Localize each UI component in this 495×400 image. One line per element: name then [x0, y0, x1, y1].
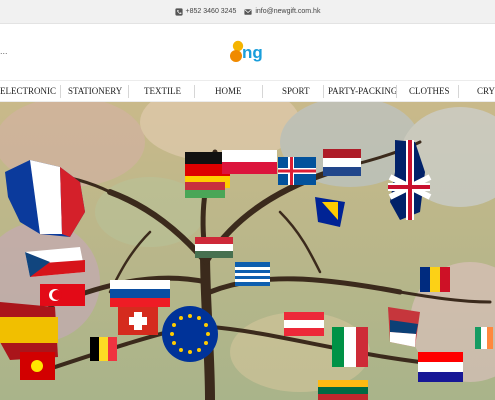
flag-austria: [284, 312, 324, 336]
nav-divider: [60, 85, 61, 98]
flag-belgium: [90, 337, 117, 361]
menu-toggle[interactable]: ...: [0, 46, 8, 56]
flag-slovakia: [110, 280, 170, 307]
nav-item-crystal[interactable]: CRYS: [477, 81, 495, 102]
contact-bar: +852 3460 3245 info@newgift.com.hk: [0, 0, 495, 24]
nav-divider: [458, 85, 459, 98]
flag-ireland: [475, 327, 493, 349]
flag-czech-republic: [25, 247, 85, 277]
nav-item-sport[interactable]: SPORT: [282, 81, 309, 102]
flag-iceland: [278, 157, 316, 185]
flag-north-macedonia: [20, 352, 55, 380]
flag-hungary: [195, 237, 233, 258]
phone-contact[interactable]: +852 3460 3245: [174, 7, 237, 16]
site-logo[interactable]: ng: [229, 34, 267, 66]
flag-romania: [420, 267, 450, 292]
nav-item-clothes[interactable]: CLOTHES: [409, 81, 450, 102]
tree-of-european-flags-illustration: [0, 102, 495, 400]
envelope-icon: [244, 8, 252, 15]
nav-divider: [323, 85, 324, 98]
nav-divider: [194, 85, 195, 98]
nav-item-stationery[interactable]: STATIONERY: [68, 81, 122, 102]
flag-lithuania: [318, 380, 368, 400]
flag-italy: [332, 327, 368, 367]
flag-spain: [0, 302, 58, 360]
flag-belarus: [185, 182, 225, 198]
flag-poland: [222, 150, 277, 174]
email-contact[interactable]: info@newgift.com.hk: [244, 8, 320, 16]
logo-dot-bottom: [230, 50, 242, 62]
flag-switzerland: [118, 307, 158, 335]
nav-divider: [262, 85, 263, 98]
nav-item-party-packing[interactable]: PARTY-PACKING: [328, 81, 397, 102]
email-address: info@newgift.com.hk: [255, 8, 321, 15]
flag-greece: [235, 262, 270, 286]
flag-turkey: [40, 284, 85, 306]
nav-item-home[interactable]: HOME: [215, 81, 242, 102]
flag-serbia: [388, 307, 420, 347]
site-header: ... ng: [0, 24, 495, 80]
phone-number: +852 3460 3245: [185, 8, 237, 15]
main-nav: ELECTRONIC STATIONERY TEXTILE HOME SPORT…: [0, 80, 495, 102]
phone-icon: [174, 7, 183, 16]
flag-european-union: [162, 306, 218, 362]
nav-divider: [396, 85, 397, 98]
logo-text: ng: [242, 43, 263, 62]
flag-netherlands: [323, 149, 361, 176]
nav-divider: [128, 85, 129, 98]
hero-banner: [0, 102, 495, 400]
nav-item-electronic[interactable]: ELECTRONIC: [0, 81, 56, 102]
nav-item-textile[interactable]: TEXTILE: [144, 81, 181, 102]
flag-croatia: [418, 352, 463, 382]
